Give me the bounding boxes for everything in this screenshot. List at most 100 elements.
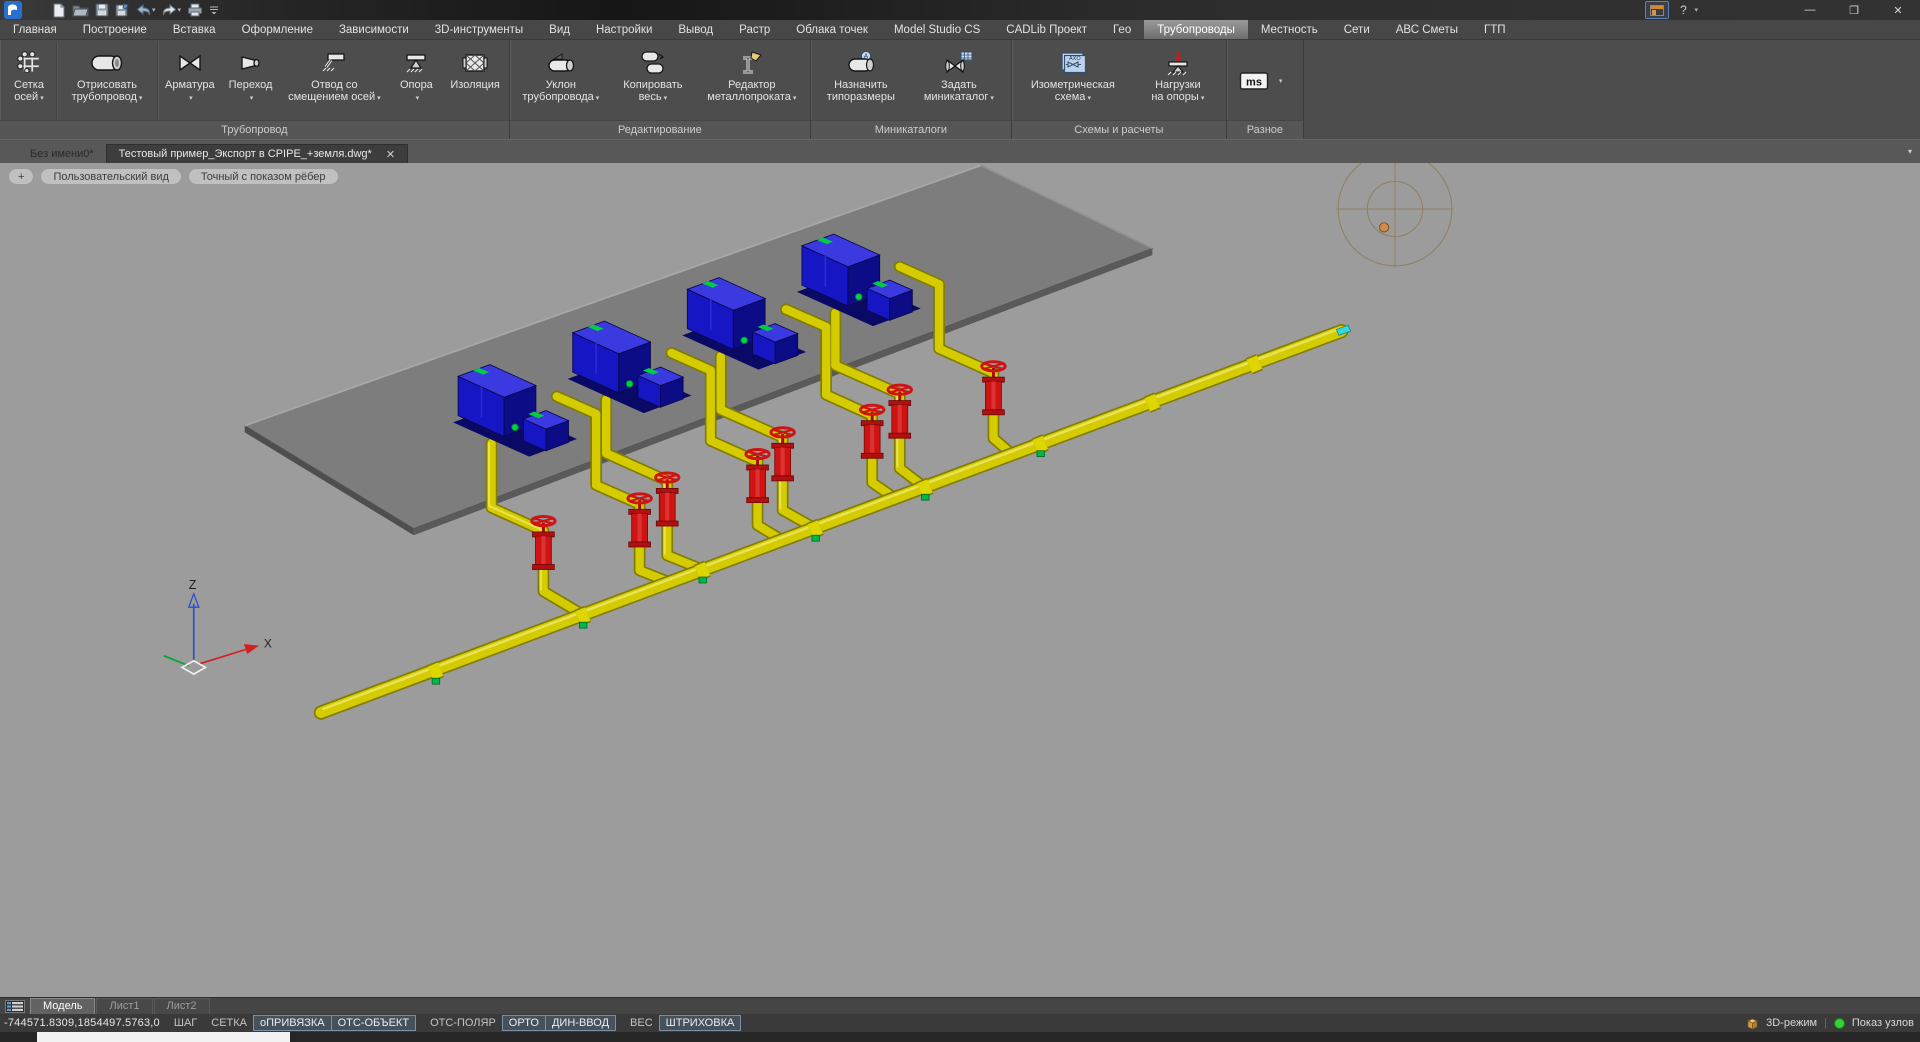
menu-tab-postroenie[interactable]: Построение	[70, 20, 160, 39]
toggle-dyn-input[interactable]: ДИН-ВВОД	[546, 1015, 616, 1031]
interface-settings-icon[interactable]	[1645, 1, 1669, 19]
close-tab-icon[interactable]: ✕	[386, 148, 395, 161]
undo-icon[interactable]: ▾	[136, 1, 156, 19]
menu-tab-oformlenie[interactable]: Оформление	[229, 20, 326, 39]
save-as-icon[interactable]	[115, 1, 130, 19]
save-icon[interactable]	[95, 1, 109, 19]
toggle-ortho[interactable]: ОРТО	[502, 1015, 546, 1031]
3d-viewport[interactable]: + Пользовательский вид Точный с показом …	[0, 163, 1920, 997]
restore-button[interactable]: ❐	[1832, 0, 1876, 20]
open-file-icon[interactable]	[72, 1, 89, 19]
menu-tab-model-studio[interactable]: Model Studio CS	[881, 20, 993, 39]
support-loads-icon	[1164, 46, 1192, 80]
doc-tab-label: Тестовый пример_Экспорт в CPIPE_+земля.d…	[119, 148, 372, 160]
svg-text:ms: ms	[1246, 77, 1262, 89]
minimize-button[interactable]: —	[1788, 0, 1832, 20]
redo-icon[interactable]: ▾	[162, 1, 182, 19]
new-file-icon[interactable]	[52, 1, 66, 19]
toggle-otrack-polar[interactable]: ОТС-ПОЛЯР	[430, 1017, 496, 1029]
dropdown-arrow-icon[interactable]: ▾	[1279, 77, 1283, 85]
insulation-icon	[461, 46, 489, 80]
viewport-visual-style-control[interactable]: Точный с показом рёбер	[188, 168, 339, 185]
close-button[interactable]: ✕	[1876, 0, 1920, 20]
isometric-scheme-button[interactable]: AXO Изометрическая схема▾	[1014, 42, 1132, 120]
ribbon-group-raznoe: ms ▾ Разное	[1227, 40, 1304, 139]
app-logo-icon[interactable]	[0, 0, 26, 20]
command-line-field[interactable]	[37, 1032, 290, 1042]
copy-all-button[interactable]: Копировать весь▾	[610, 42, 696, 120]
support-button[interactable]: Опора ▾	[389, 42, 443, 120]
menu-tab-oblaka-tochek[interactable]: Облака точек	[783, 20, 881, 39]
viewport-view-control[interactable]: Пользовательский вид	[40, 168, 181, 185]
metal-editor-button[interactable]: Редактор металлопроката▾	[696, 42, 808, 120]
ribbon-group-shemy: AXO Изометрическая схема▾ Нагрузки на оп…	[1012, 40, 1227, 139]
toggle-lineweight[interactable]: ВЕС	[630, 1017, 653, 1029]
assign-sizes-button[interactable]: A Назначить типоразмеры	[813, 42, 909, 120]
support-loads-button[interactable]: Нагрузки на опоры▾	[1132, 42, 1224, 120]
assign-sizes-icon: A	[846, 46, 876, 80]
menu-tab-geo[interactable]: Гео	[1100, 20, 1144, 39]
menu-tab-3d-instrumenty[interactable]: 3D-инструменты	[422, 20, 536, 39]
menu-tab-truboprovody[interactable]: Трубопроводы	[1144, 20, 1248, 39]
menu-tab-vyvod[interactable]: Вывод	[665, 20, 726, 39]
menu-tab-seti[interactable]: Сети	[1331, 20, 1383, 39]
pipe-slope-button[interactable]: Уклон трубопровода▾	[512, 42, 610, 120]
toggle-osnap[interactable]: оПРИВЯЗКА	[253, 1015, 332, 1031]
dropdown-arrow-icon: ▾	[250, 95, 254, 102]
layout-list-icon[interactable]	[0, 1000, 30, 1013]
pipe-slope-icon	[546, 46, 576, 80]
toggle-hatch[interactable]: ШТРИХОВКА	[659, 1015, 742, 1031]
toggle-otrack-object[interactable]: ОТС-ОБЪЕКТ	[332, 1015, 416, 1031]
navigation-wheel[interactable]	[1336, 163, 1453, 268]
menu-tab-vid[interactable]: Вид	[536, 20, 583, 39]
qat-customize-icon[interactable]	[209, 1, 219, 19]
grid-axes-icon	[16, 46, 42, 80]
viewport-plus-button[interactable]: +	[8, 168, 34, 185]
cursor-coordinates: -744571.8309,1854497.5763,0	[4, 1017, 160, 1029]
undo-dropdown-icon[interactable]: ▾	[152, 6, 156, 14]
menu-tab-vstavka[interactable]: Вставка	[160, 20, 229, 39]
minicatalog-button[interactable]: Задать миникаталог▾	[909, 42, 1009, 120]
dropdown-arrow-icon: ▾	[990, 95, 994, 102]
menu-tab-avs-smety[interactable]: АВС Сметы	[1383, 20, 1471, 39]
menu-tab-cadlib-proekt[interactable]: CADLib Проект	[993, 20, 1100, 39]
ribbon-tab-bar: Главная Построение Вставка Оформление За…	[0, 20, 1920, 40]
svg-text:X: X	[264, 637, 272, 650]
menu-tab-glavnaya[interactable]: Главная	[0, 20, 70, 39]
tab-list-dropdown-icon[interactable]: ▾	[1908, 147, 1912, 156]
dropdown-arrow-icon: ▾	[596, 95, 600, 102]
redo-dropdown-icon[interactable]: ▾	[178, 6, 182, 14]
ribbon-group-redaktirovanie: Уклон трубопровода▾ Копировать весь▾ Ред…	[510, 40, 811, 139]
reducer-button[interactable]: Переход ▾	[222, 42, 280, 120]
tab-sheet1[interactable]: Лист1	[96, 998, 152, 1015]
menu-tab-nastroyki[interactable]: Настройки	[583, 20, 665, 39]
ms-icon: ms	[1239, 64, 1269, 98]
help-dropdown-icon[interactable]: ▾	[1694, 6, 1698, 14]
armature-button[interactable]: Арматура ▾	[158, 42, 222, 120]
toggle-step[interactable]: ШАГ	[174, 1017, 197, 1029]
offset-elbow-button[interactable]: Отвод со смещением осей▾	[279, 42, 389, 120]
toggle-grid[interactable]: СЕТКА	[211, 1017, 247, 1029]
menu-tab-gtp[interactable]: ГТП	[1471, 20, 1519, 39]
tab-sheet2[interactable]: Лист2	[154, 998, 210, 1015]
3d-mode-label[interactable]: 3D-режим	[1766, 1017, 1817, 1029]
menu-tab-mestnost[interactable]: Местность	[1248, 20, 1331, 39]
3d-scene: Z X	[0, 163, 1920, 997]
insulation-button[interactable]: Изоляция	[443, 42, 506, 120]
doc-tab-test-example[interactable]: Тестовый пример_Экспорт в CPIPE_+земля.d…	[106, 144, 408, 163]
help-button[interactable]: ?	[1673, 3, 1693, 17]
menu-tab-rastr[interactable]: Растр	[726, 20, 783, 39]
wheel-marker-dot	[1380, 223, 1389, 232]
ms-button[interactable]: ms ▾	[1229, 42, 1293, 120]
title-bar-controls: ? ▾ — ❐ ✕	[1645, 0, 1920, 20]
bottom-strip	[0, 1032, 1920, 1042]
menu-tab-zavisimosti[interactable]: Зависимости	[326, 20, 422, 39]
show-nodes-label[interactable]: Показ узлов	[1852, 1017, 1914, 1029]
ucs-axes-icon: Z X	[164, 578, 272, 674]
doc-tab-unnamed[interactable]: Без имени0*	[18, 145, 106, 163]
tab-model[interactable]: Модель	[30, 998, 95, 1015]
dropdown-arrow-icon: ▾	[139, 95, 143, 102]
grid-axes-button[interactable]: Сетка осей▾	[2, 42, 57, 120]
print-icon[interactable]	[187, 1, 203, 19]
draw-pipeline-button[interactable]: Отрисовать трубопровод▾	[57, 42, 158, 120]
